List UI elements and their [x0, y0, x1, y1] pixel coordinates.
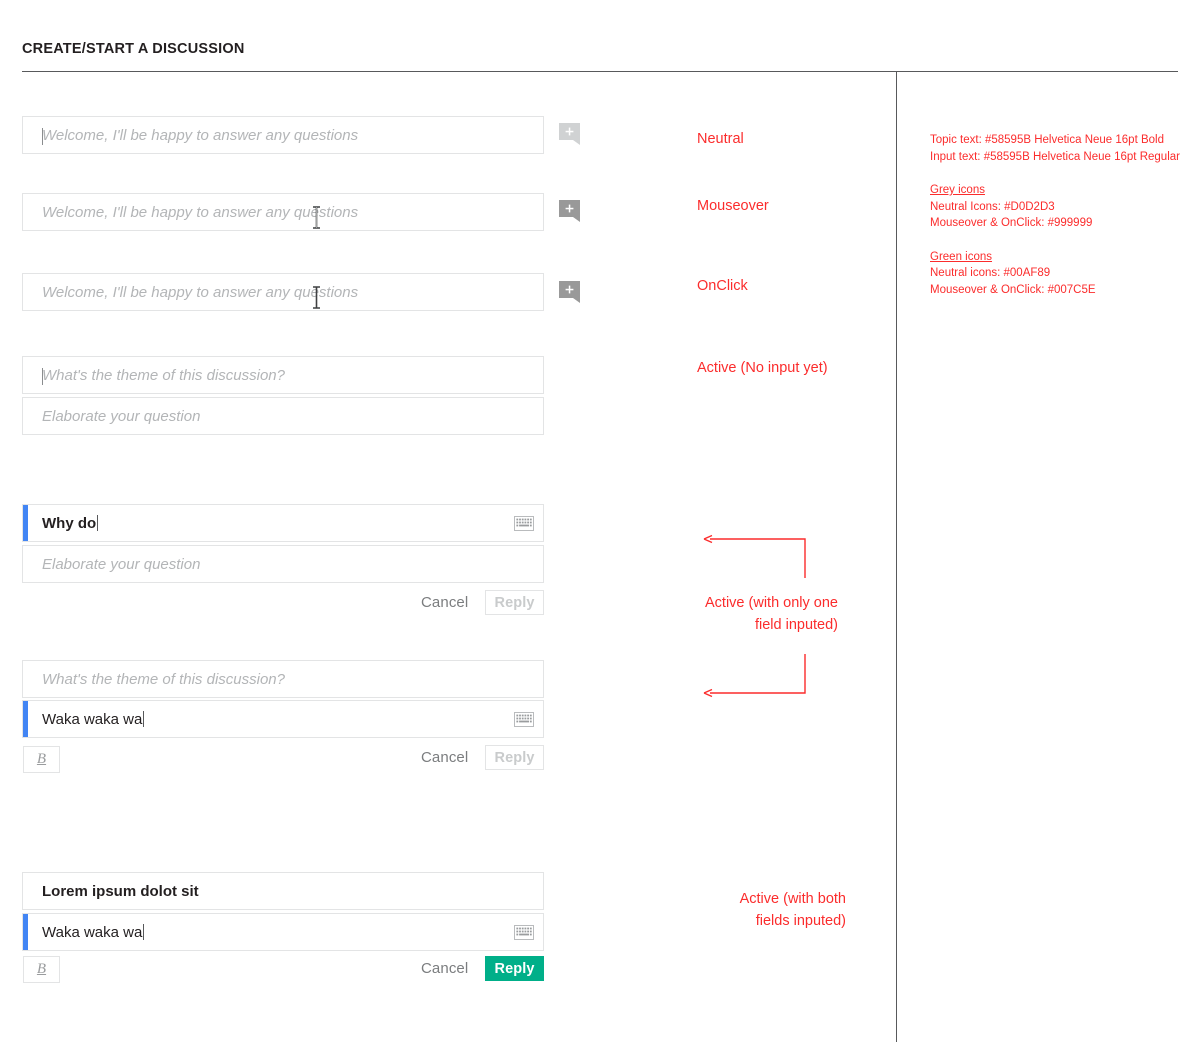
elaborate-input-placeholder: Elaborate your question: [42, 555, 201, 573]
elaborate-input-empty[interactable]: Elaborate your question: [22, 545, 544, 583]
bubble-tail: [573, 140, 580, 145]
i-beam-cursor: [311, 285, 322, 310]
welcome-input-placeholder: Welcome, I'll be happy to answer any que…: [42, 126, 359, 144]
text-caret: [42, 128, 43, 145]
spec-topic-text: Topic text: #58595B Helvetica Neue 16pt …: [930, 134, 1164, 146]
elaborate-input-active-empty[interactable]: Elaborate your question: [22, 397, 544, 435]
reply-button-disabled[interactable]: Reply: [485, 745, 544, 770]
theme-input-placeholder: What's the theme of this discussion?: [42, 366, 285, 384]
annotation-line-1: Active (with both: [739, 891, 846, 907]
theme-input-filled[interactable]: Why do: [22, 504, 544, 542]
plus-bubble-icon: [559, 200, 580, 217]
plus-bubble-icon: [559, 281, 580, 298]
spec-grey-neutral: Neutral Icons: #D0D2D3: [930, 201, 1055, 213]
cancel-button[interactable]: Cancel: [421, 594, 468, 611]
elaborate-input-filled[interactable]: Waka waka wa: [22, 913, 544, 951]
welcome-input-mouseover[interactable]: Welcome, I'll be happy to answer any que…: [22, 193, 544, 231]
spec-green-heading: Green icons: [930, 249, 992, 266]
text-caret: [42, 368, 43, 385]
callout-arrow-lower: [700, 652, 815, 707]
keyboard-icon[interactable]: [514, 712, 534, 727]
welcome-input-placeholder: Welcome, I'll be happy to answer any que…: [42, 283, 359, 301]
annotation-neutral: Neutral: [697, 131, 744, 147]
keyboard-icon[interactable]: [514, 925, 534, 940]
annotation-line-1: Active (with only one: [705, 595, 838, 611]
annotation-line-2: fields inputed): [755, 913, 846, 929]
spec-green-hover: Mouseover & OnClick: #007C5E: [930, 284, 1096, 296]
spec-grey-heading-label: Grey icons: [930, 184, 985, 196]
column-divider: [896, 72, 897, 1042]
add-bubble-button-onclick[interactable]: [559, 281, 580, 303]
keyboard-icon[interactable]: [514, 516, 534, 531]
theme-input-placeholder: What's the theme of this discussion?: [42, 670, 285, 688]
theme-input-value: Lorem ipsum dolot sit: [42, 882, 199, 900]
header-divider: [22, 71, 1178, 72]
bubble-tail: [573, 298, 580, 303]
theme-input-active-empty[interactable]: What's the theme of this discussion?: [22, 356, 544, 394]
reply-button-enabled[interactable]: Reply: [485, 956, 544, 981]
annotation-line-2: field inputed): [754, 617, 838, 633]
annotation-active-no-input: Active (No input yet): [697, 360, 828, 376]
annotation-active-one-field: Active (with only one field inputed): [640, 592, 838, 636]
text-caret: [143, 711, 145, 727]
theme-input-filled-topic[interactable]: Lorem ipsum dolot sit: [22, 872, 544, 910]
page-title: CREATE/START A DISCUSSION: [22, 41, 245, 57]
annotation-onclick: OnClick: [697, 278, 748, 294]
cancel-button[interactable]: Cancel: [421, 749, 468, 766]
elaborate-input-filled[interactable]: Waka waka wa: [22, 700, 544, 738]
elaborate-input-placeholder: Elaborate your question: [42, 407, 201, 425]
i-beam-cursor: [311, 205, 322, 230]
annotation-mouseover: Mouseover: [697, 198, 769, 214]
bold-format-button[interactable]: B: [23, 746, 60, 773]
welcome-input-placeholder: Welcome, I'll be happy to answer any que…: [42, 203, 359, 221]
welcome-input-neutral[interactable]: Welcome, I'll be happy to answer any que…: [22, 116, 544, 154]
bold-button-label: B: [36, 751, 47, 767]
elaborate-input-value: Waka waka wa: [42, 710, 143, 728]
annotation-active-both-fields: Active (with both fields inputed): [640, 888, 846, 932]
add-bubble-button-mouseover[interactable]: [559, 200, 580, 222]
text-caret: [143, 924, 145, 940]
plus-bubble-icon: [559, 123, 580, 140]
spec-grey-hover: Mouseover & OnClick: #999999: [930, 217, 1093, 229]
spec-green-heading-label: Green icons: [930, 251, 993, 263]
bold-button-label: B: [36, 961, 47, 977]
cancel-button[interactable]: Cancel: [421, 960, 468, 977]
active-accent-bar: [23, 701, 28, 737]
reply-button-disabled[interactable]: Reply: [485, 590, 544, 615]
spec-input-text: Input text: #58595B Helvetica Neue 16pt …: [930, 151, 1180, 163]
bold-format-button[interactable]: B: [23, 956, 60, 983]
active-accent-bar: [23, 505, 28, 541]
text-caret: [97, 515, 99, 531]
bubble-tail: [573, 217, 580, 222]
active-accent-bar: [23, 914, 28, 950]
spec-green-neutral: Neutral icons: #00AF89: [930, 267, 1051, 279]
add-bubble-button-neutral[interactable]: [559, 123, 580, 145]
welcome-input-onclick[interactable]: Welcome, I'll be happy to answer any que…: [22, 273, 544, 311]
spec-grey-heading: Grey icons: [930, 182, 985, 199]
elaborate-input-value: Waka waka wa: [42, 923, 143, 941]
theme-input-empty[interactable]: What's the theme of this discussion?: [22, 660, 544, 698]
theme-input-value: Why do: [42, 514, 97, 532]
callout-arrow-upper: [700, 530, 815, 585]
